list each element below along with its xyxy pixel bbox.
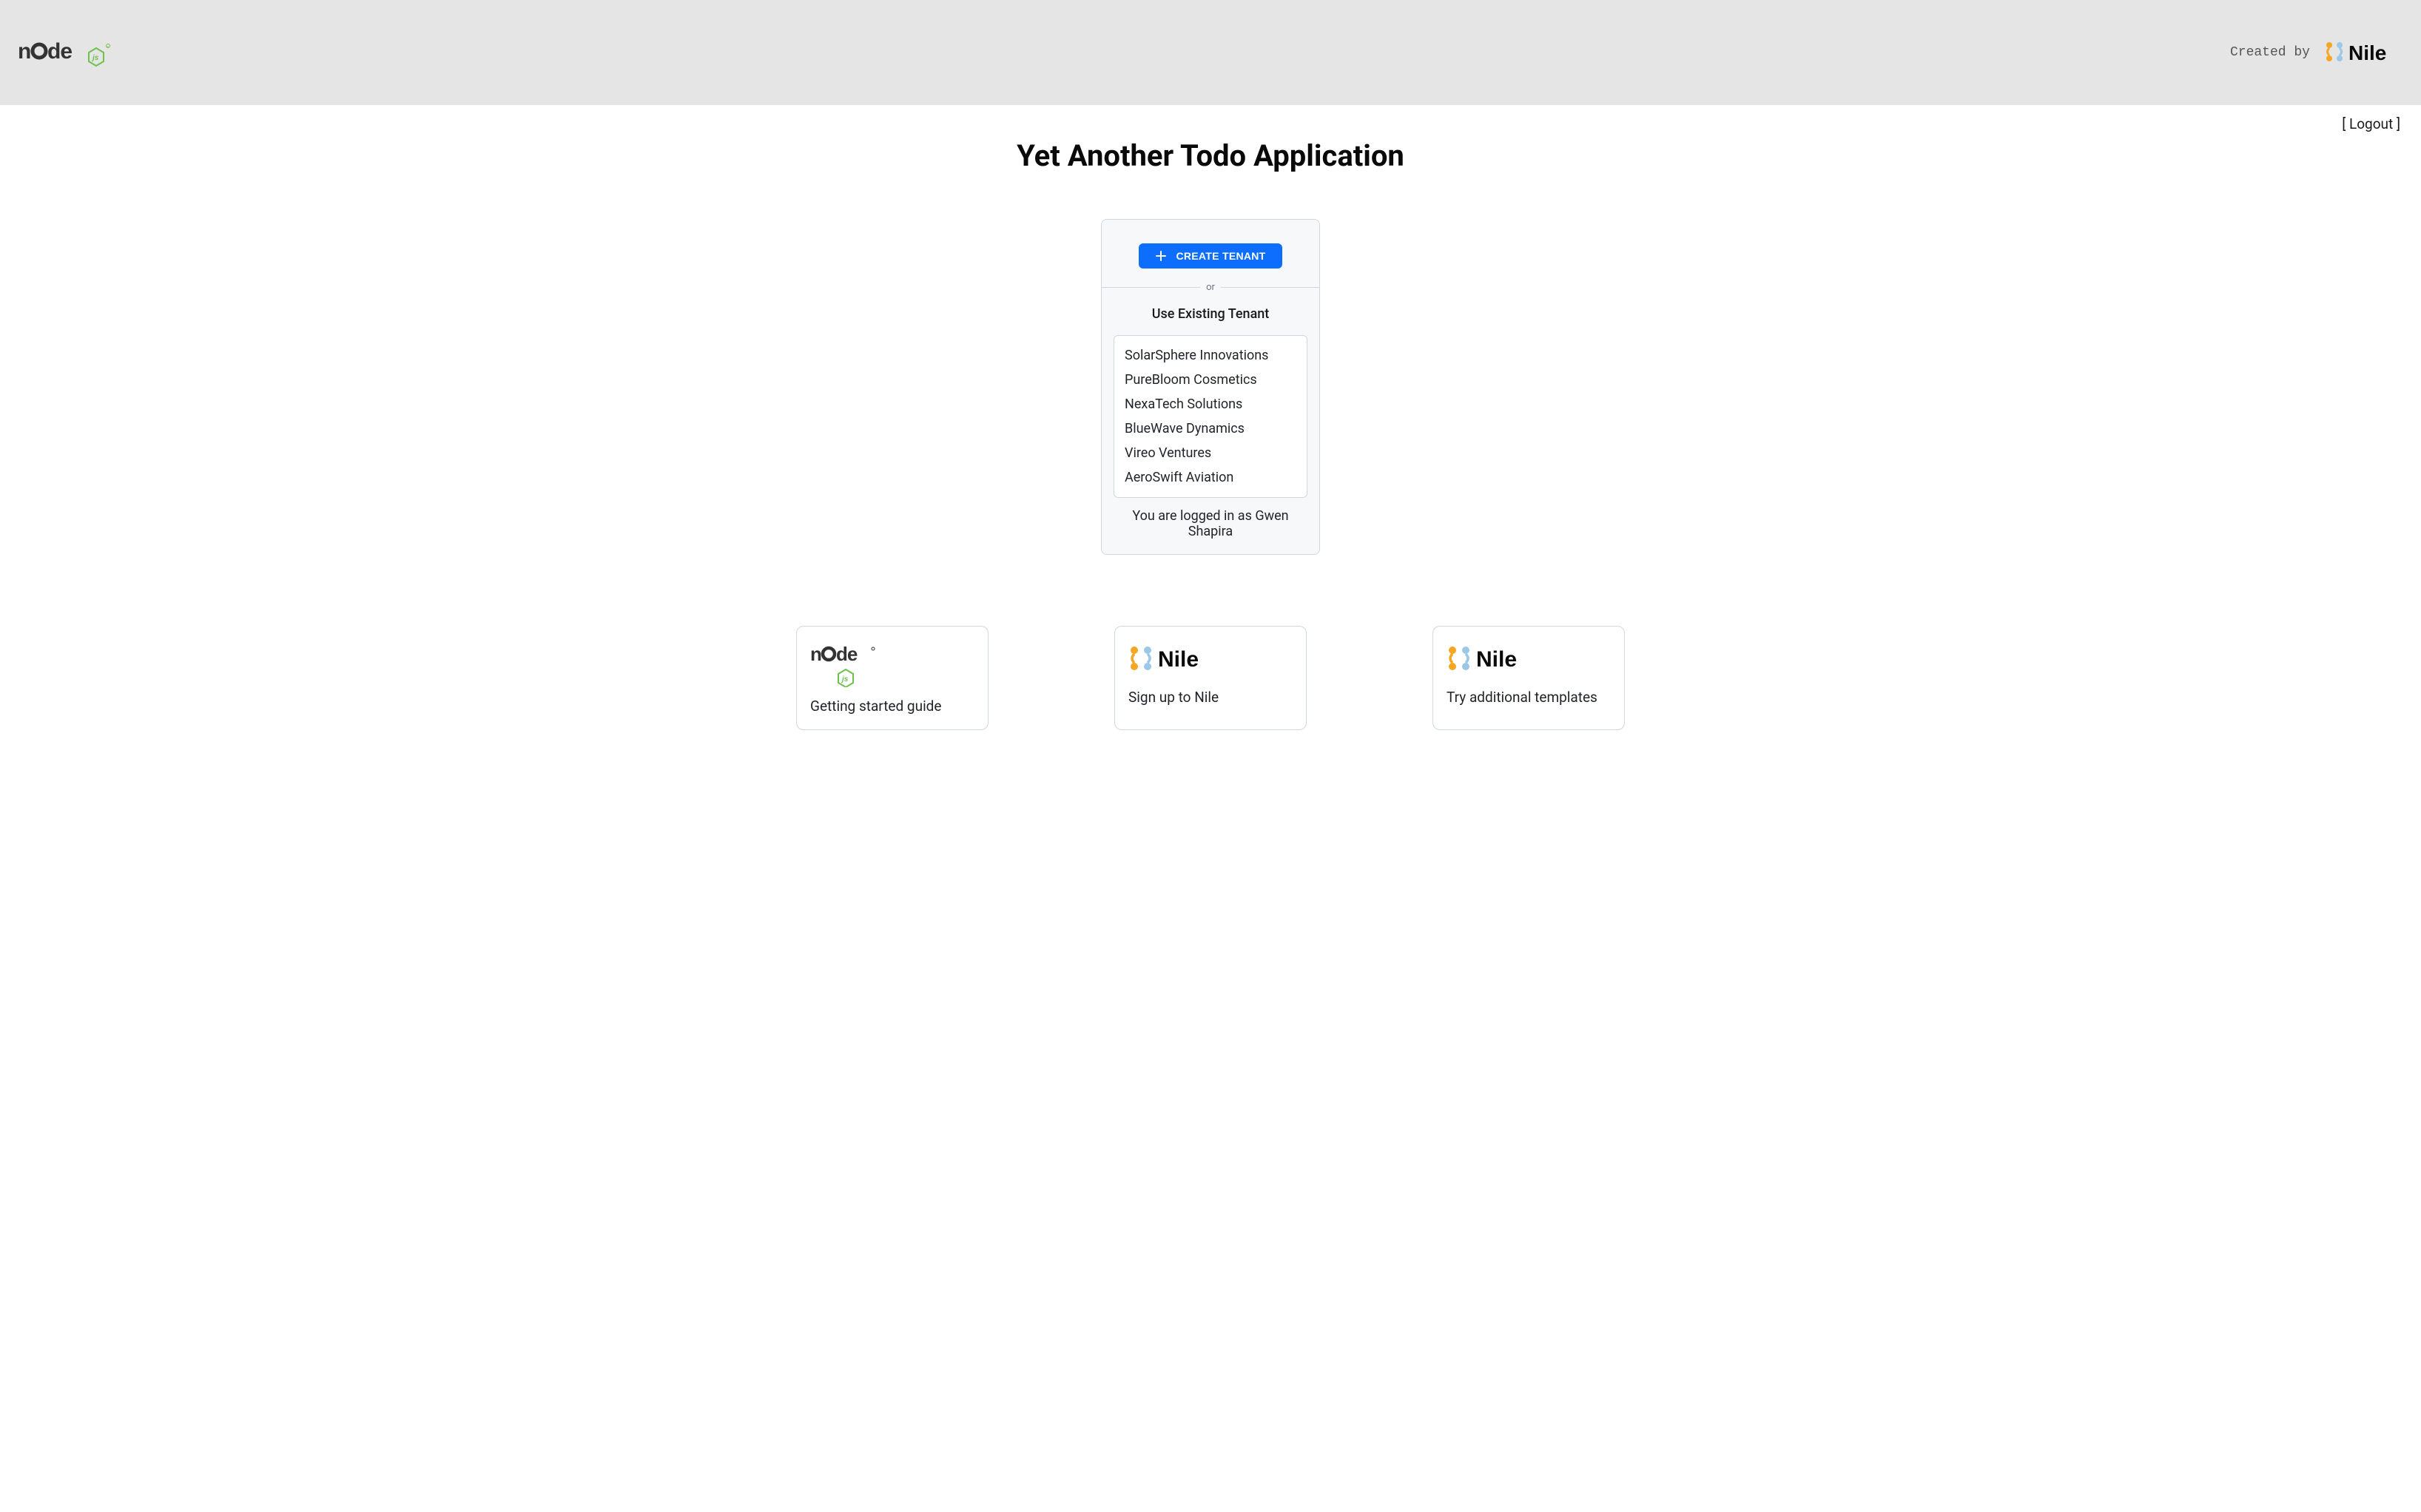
svg-text:Nile: Nile [1476,647,1517,672]
created-by-section: Created by Nile [2230,38,2397,67]
app-header: n de js R Created by [0,0,2421,105]
nile-logo-small: Nile [1128,640,1293,678]
plus-icon [1155,250,1167,262]
created-by-label: Created by [2230,45,2310,60]
create-tenant-label: CREATE TENANT [1176,250,1265,262]
divider: or [1102,282,1319,293]
create-tenant-section: CREATE TENANT [1102,220,1319,282]
footer-card-label: Sign up to Nile [1128,689,1293,706]
logout-link[interactable]: [ Logout ] [2342,115,2400,132]
tenant-item[interactable]: PureBloom Cosmetics [1114,368,1307,392]
divider-line-left [1102,287,1200,288]
logged-in-text: You are logged in as Gwen Shapira [1114,508,1307,539]
svg-text:js: js [91,54,99,62]
tenant-card: CREATE TENANT or Use Existing Tenant Sol… [1101,219,1320,555]
divider-text: or [1200,282,1221,293]
footer-card-signup-nile[interactable]: Nile Sign up to Nile [1114,626,1307,730]
existing-tenant-heading: Use Existing Tenant [1114,306,1307,322]
tenant-item[interactable]: Vireo Ventures [1114,441,1307,465]
logout-row: [ Logout ] [0,105,2421,132]
svg-text:n: n [18,39,30,64]
tenant-item[interactable]: NexaTech Solutions [1114,392,1307,416]
existing-tenant-section: Use Existing Tenant SolarSphere Innovati… [1102,293,1319,554]
tenant-list: SolarSphere Innovations PureBloom Cosmet… [1114,335,1307,498]
svg-text:de: de [836,643,858,665]
footer-card-templates[interactable]: Nile Try additional templates [1432,626,1625,730]
nile-logo: Nile [2323,38,2397,67]
footer-card-label: Try additional templates [1447,689,1611,706]
nile-logo-small: Nile [1447,640,1611,678]
divider-line-right [1221,287,1319,288]
svg-text:Nile: Nile [1158,647,1199,672]
tenant-item[interactable]: BlueWave Dynamics [1114,416,1307,441]
footer-card-getting-started[interactable]: n de js Getting started guide [796,626,989,730]
svg-text:Nile: Nile [2348,41,2386,64]
nodejs-logo: n de js R [18,35,114,70]
tenant-item[interactable]: SolarSphere Innovations [1114,343,1307,368]
nodejs-logo-small: n de js [810,640,974,687]
page-title: Yet Another Todo Application [0,138,2421,173]
svg-text:js: js [841,675,849,684]
create-tenant-button[interactable]: CREATE TENANT [1139,243,1282,269]
svg-text:de: de [47,39,72,64]
tenant-item[interactable]: AeroSwift Aviation [1114,465,1307,490]
footer-cards: n de js Getting started guide [0,626,2421,760]
svg-text:n: n [810,643,821,665]
footer-card-label: Getting started guide [810,698,974,715]
